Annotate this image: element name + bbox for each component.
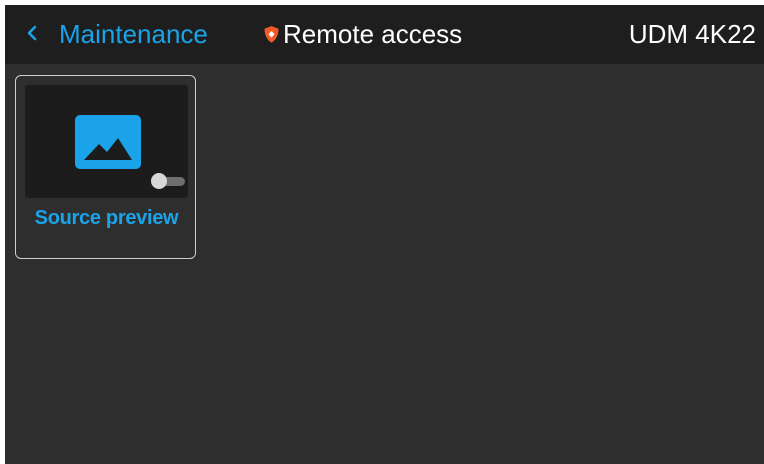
tile-label: Source preview bbox=[34, 207, 179, 229]
screen: Maintenance Remote access UDM 4K22 Sourc… bbox=[5, 5, 764, 464]
chevron-left-icon bbox=[26, 23, 46, 47]
device-name: UDM 4K22 bbox=[628, 19, 756, 49]
remote-access-status: Remote access bbox=[263, 5, 462, 64]
tile-preview-area bbox=[25, 85, 188, 198]
header-bar: Maintenance Remote access UDM 4K22 bbox=[5, 5, 764, 64]
toggle-knob bbox=[151, 173, 167, 189]
back-label: Maintenance bbox=[59, 19, 208, 49]
image-icon bbox=[75, 115, 141, 169]
back-button[interactable]: Maintenance bbox=[5, 5, 208, 64]
source-preview-tile[interactable]: Source preview bbox=[15, 75, 196, 259]
shield-icon bbox=[263, 25, 280, 44]
remote-access-label: Remote access bbox=[283, 19, 463, 49]
source-preview-toggle[interactable] bbox=[151, 173, 185, 189]
